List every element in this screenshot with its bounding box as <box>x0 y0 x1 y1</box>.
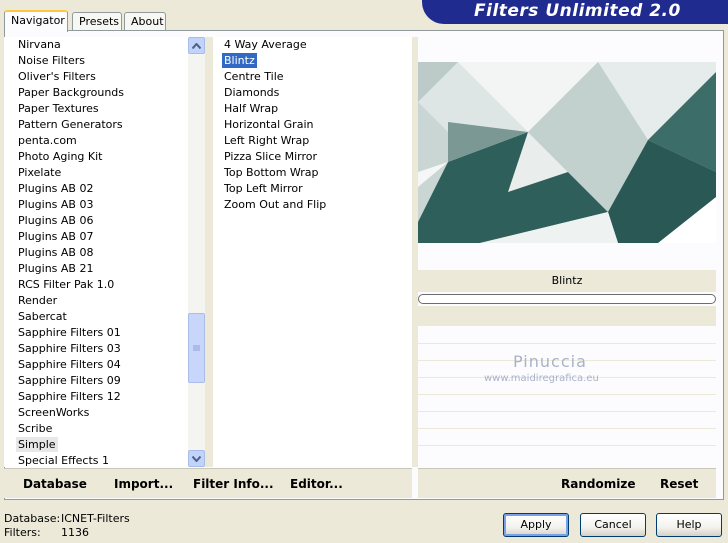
chevron-down-icon <box>192 455 201 462</box>
current-filter-name: Blintz <box>418 270 716 292</box>
parameter-row-divider <box>418 343 716 344</box>
parameter-header <box>418 306 716 326</box>
watermark-name: Pinuccia <box>513 352 587 371</box>
filter-item[interactable]: Zoom Out and Flip <box>222 197 328 212</box>
filter-info-button[interactable]: Filter Info... <box>193 477 274 491</box>
parameter-row-divider <box>418 428 716 429</box>
category-item[interactable]: Plugins AB 06 <box>16 213 95 228</box>
category-item[interactable]: Plugins AB 08 <box>16 245 95 260</box>
category-item[interactable]: Pattern Generators <box>16 117 125 132</box>
filter-item[interactable]: Horizontal Grain <box>222 117 315 132</box>
app-title-banner: Filters Unlimited 2.0 <box>422 0 728 24</box>
database-label: Database: <box>4 512 61 525</box>
filter-item[interactable]: Top Left Mirror <box>222 181 305 196</box>
category-item[interactable]: Sapphire Filters 09 <box>16 373 123 388</box>
cancel-button[interactable]: Cancel <box>580 513 646 537</box>
grip-icon <box>193 345 200 350</box>
tab-navigator[interactable]: Navigator <box>4 10 68 32</box>
category-item[interactable]: Pixelate <box>16 165 63 180</box>
filters-count: 1136 <box>61 526 89 539</box>
category-item[interactable]: Sapphire Filters 04 <box>16 357 123 372</box>
parameter-row-divider <box>418 394 716 395</box>
category-item[interactable]: Oliver's Filters <box>16 69 98 84</box>
right-button-bar: Randomize Reset <box>418 468 716 498</box>
parameter-row-divider <box>418 411 716 412</box>
category-item[interactable]: Simple <box>16 437 58 452</box>
help-button[interactable]: Help <box>656 513 722 537</box>
category-item[interactable]: ScreenWorks <box>16 405 91 420</box>
preview-bottom-margin <box>418 243 716 270</box>
category-item[interactable]: Photo Aging Kit <box>16 149 104 164</box>
chevron-up-icon <box>192 42 201 49</box>
filter-item[interactable]: Centre Tile <box>222 69 286 84</box>
tab-presets[interactable]: Presets <box>72 12 122 31</box>
category-item[interactable]: Sapphire Filters 03 <box>16 341 123 356</box>
category-item[interactable]: RCS Filter Pak 1.0 <box>16 277 116 292</box>
filter-list[interactable]: 4 Way Average Blintz Centre Tile Diamonds Ha… <box>213 37 412 467</box>
category-item[interactable]: Plugins AB 21 <box>16 261 95 276</box>
category-item[interactable]: Paper Textures <box>16 101 101 116</box>
category-item[interactable]: Paper Backgrounds <box>16 85 126 100</box>
import-button[interactable]: Import... <box>114 477 173 491</box>
filter-item[interactable]: Top Bottom Wrap <box>222 165 321 180</box>
scroll-up-button[interactable] <box>188 37 205 54</box>
progress-bar <box>418 294 716 304</box>
filter-item[interactable]: Left Right Wrap <box>222 133 311 148</box>
left-button-bar: Database Import... Filter Info... Editor… <box>4 468 412 498</box>
app-title: Filters Unlimited 2.0 <box>474 1 681 21</box>
category-item[interactable]: Sapphire Filters 12 <box>16 389 123 404</box>
category-item[interactable]: penta.com <box>16 133 79 148</box>
scroll-thumb[interactable] <box>188 313 205 383</box>
filter-item[interactable]: Diamonds <box>222 85 281 100</box>
watermark-url: www.maidiregrafica.eu <box>484 373 599 384</box>
category-scrollbar[interactable] <box>188 37 205 467</box>
filter-item[interactable]: Blintz <box>222 53 257 68</box>
category-list[interactable]: Nirvana Noise Filters Oliver's Filters Pape… <box>4 37 188 467</box>
category-item[interactable]: Plugins AB 02 <box>16 181 95 196</box>
category-item[interactable]: Plugins AB 03 <box>16 197 95 212</box>
randomize-button[interactable]: Randomize <box>561 477 635 491</box>
database-value: ICNET-Filters <box>61 512 130 525</box>
filter-item[interactable]: Half Wrap <box>222 101 280 116</box>
parameter-row-divider <box>418 445 716 446</box>
status-info: Database:ICNET-Filters Filters: 1136 <box>4 512 130 540</box>
preview-image <box>418 62 716 243</box>
filter-item[interactable]: Pizza Slice Mirror <box>222 149 319 164</box>
category-item[interactable]: Sapphire Filters 01 <box>16 325 123 340</box>
divider <box>205 37 213 467</box>
tab-about[interactable]: About <box>124 12 166 31</box>
filters-label: Filters: <box>4 526 41 539</box>
category-item[interactable]: Plugins AB 07 <box>16 229 95 244</box>
apply-button[interactable]: Apply <box>503 513 569 537</box>
category-item[interactable]: Nirvana <box>16 37 63 52</box>
editor-button[interactable]: Editor... <box>290 477 343 491</box>
category-item[interactable]: Noise Filters <box>16 53 87 68</box>
reset-button[interactable]: Reset <box>660 477 698 491</box>
category-item[interactable]: Sabercat <box>16 309 69 324</box>
category-item[interactable]: Special Effects 1 <box>16 453 111 467</box>
filter-item[interactable]: 4 Way Average <box>222 37 309 52</box>
category-item[interactable]: Render <box>16 293 59 308</box>
category-item[interactable]: Scribe <box>16 421 54 436</box>
scroll-down-button[interactable] <box>188 450 205 467</box>
database-button[interactable]: Database <box>23 477 87 491</box>
preview-top-margin <box>418 37 716 62</box>
